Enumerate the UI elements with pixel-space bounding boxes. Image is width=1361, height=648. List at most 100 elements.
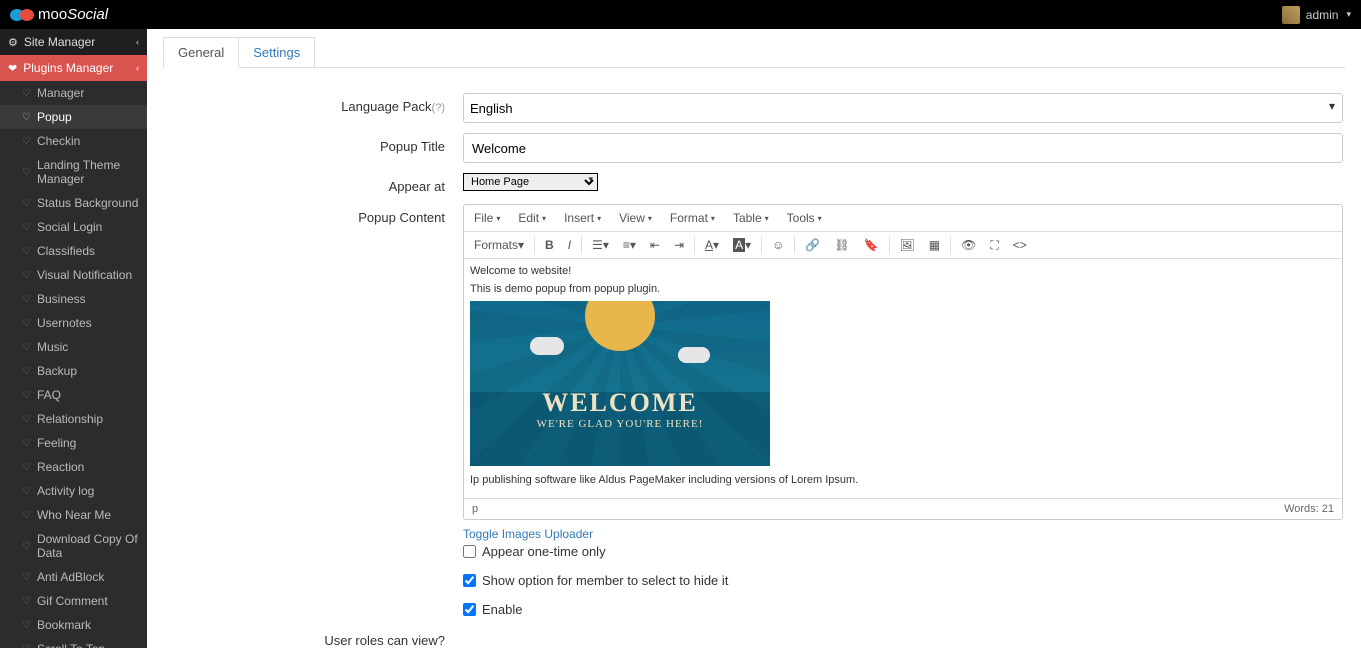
number-list-icon[interactable]: ≡▾ [623,238,636,252]
appear-once-label: Appear one-time only [482,544,606,559]
gear-icon: ⚙ [8,36,18,49]
tab-settings[interactable]: Settings [239,38,314,68]
heart-icon: ♡ [22,510,31,521]
editor-content[interactable]: Welcome to website! This is demo popup f… [464,259,1342,498]
brand-second: Social [67,6,108,23]
sidebar-item-activity-log[interactable]: ♡Activity log [0,479,147,503]
sidebar-item-checkin[interactable]: ♡Checkin [0,129,147,153]
sidebar-item-usernotes[interactable]: ♡ Usernotes [0,311,147,335]
sidebar-item-feeling[interactable]: ♡Feeling [0,431,147,455]
image-icon[interactable]: 🖼 [900,238,915,252]
sidebar-section-site-manager[interactable]: ⚙ Site Manager ‹ [0,29,147,55]
sidebar-item-label: Reaction [37,460,84,474]
sidebar-item-gif-comment[interactable]: ♡Gif Comment [0,589,147,613]
sidebar-item-label: Download Copy Of Data [37,532,139,560]
user-roles-label: User roles can view? [163,627,463,648]
sidebar-item-popup[interactable]: ♡Popup [0,105,147,129]
cloud-graphic [678,347,710,363]
heart-icon: ♡ [22,222,31,233]
sidebar-item-download-copy-of-data[interactable]: ♡Download Copy Of Data [0,527,147,565]
tab-general[interactable]: General [164,38,239,68]
sidebar-item-label: Usernotes [37,316,92,330]
heart-icon: ♡ [22,596,31,607]
sidebar-item-status-background[interactable]: ♡Status Background [0,191,147,215]
user-name: admin [1306,8,1339,22]
editor-menu-format[interactable]: Format ▾ [670,211,715,225]
sidebar-section-plugins-manager[interactable]: ❤ Plugins Manager ‹ [0,55,147,81]
sidebar-item-classifieds[interactable]: ♡Classifieds [0,239,147,263]
sidebar-item-visual-notification[interactable]: ♡Visual Notification [0,263,147,287]
user-menu[interactable]: admin ▾ [1282,6,1351,24]
sidebar-item-faq[interactable]: ♡FAQ [0,383,147,407]
popup-title-input[interactable] [463,133,1343,163]
link-icon[interactable]: 🔗 [805,238,820,252]
sidebar-item-bookmark[interactable]: ♡Bookmark [0,613,147,637]
brand-logo[interactable]: mooSocial [10,6,108,23]
sidebar-item-label: Who Near Me [37,508,111,522]
sidebar-item-social-login[interactable]: ♡Social Login [0,215,147,239]
sidebar-item-who-near-me[interactable]: ♡ Who Near Me [0,503,147,527]
editor-menu-edit[interactable]: Edit ▾ [518,211,546,225]
heart-icon: ♡ [22,318,31,329]
italic-icon[interactable]: I [568,238,571,252]
unlink-icon[interactable]: ⛓ [834,238,849,252]
editor-menu-tools[interactable]: Tools ▾ [787,211,822,225]
bullet-list-icon[interactable]: ☰▾ [592,238,609,252]
heart-icon: ♡ [22,414,31,425]
bold-icon[interactable]: B [545,238,554,252]
code-icon[interactable]: <> [1013,238,1027,252]
sidebar-item-music[interactable]: ♡Music [0,335,147,359]
chevron-down-icon: ▾ [496,214,500,223]
heart-icon: ♡ [22,88,31,99]
sidebar-item-reaction[interactable]: ♡Reaction [0,455,147,479]
media-icon[interactable]: ▦ [929,238,940,252]
tab-label: Settings [253,45,300,60]
heart-icon: ♡ [22,294,31,305]
sidebar-item-label: Music [37,340,68,354]
sidebar-item-backup[interactable]: ♡Backup [0,359,147,383]
editor-text: Welcome to website! [470,265,1336,277]
appear-at-select[interactable]: Home Page [463,173,598,191]
editor-text: Ip publishing software like Aldus PageMa… [470,474,1336,486]
sidebar-item-label: Classifieds [37,244,95,258]
sidebar-item-scroll-to-top[interactable]: ♡Scroll To Top [0,637,147,648]
formats-dropdown[interactable]: Formats ▾ [474,238,524,252]
text-color-icon[interactable]: A▾ [705,238,719,252]
menu-label: Format [670,211,708,225]
toggle-images-uploader-link[interactable]: Toggle Images Uploader [463,527,593,541]
editor-text: This is demo popup from popup plugin. [470,283,1336,295]
emoji-icon[interactable]: ☺ [772,238,784,252]
preview-icon[interactable]: 👁 [961,238,976,252]
heart-icon: ♡ [22,167,31,178]
indent-icon[interactable]: ⇥ [674,238,684,252]
heart-icon: ♡ [22,198,31,209]
show-hide-option-checkbox[interactable] [463,574,476,587]
sidebar-item-anti-adblock[interactable]: ♡Anti AdBlock [0,565,147,589]
sidebar-item-relationship[interactable]: ♡Relationship [0,407,147,431]
sidebar-item-label: Activity log [37,484,94,498]
enable-checkbox[interactable] [463,603,476,616]
bookmark-icon[interactable]: 🔖 [864,238,879,252]
sidebar-item-label: Checkin [37,134,80,148]
enable-label: Enable [482,602,522,617]
editor-menu-insert[interactable]: Insert ▾ [564,211,601,225]
bg-color-icon[interactable]: A▾ [733,238,751,252]
sidebar-item-landing-theme-manager[interactable]: ♡Landing Theme Manager [0,153,147,191]
sidebar-item-business[interactable]: ♡Business [0,287,147,311]
outdent-icon[interactable]: ⇤ [650,238,660,252]
tabs: General Settings [163,37,315,68]
editor-menu-table[interactable]: Table ▾ [733,211,769,225]
chevron-down-icon: ▾ [1346,9,1351,20]
language-pack-select[interactable]: English [463,93,1343,123]
editor-menu-file[interactable]: File ▾ [474,211,500,225]
menu-label: Insert [564,211,594,225]
editor-menubar: File ▾ Edit ▾ Insert ▾ View ▾ Format ▾ Table … [464,205,1342,232]
sidebar-item-manager[interactable]: ♡Manager [0,81,147,105]
brand-first: moo [38,6,67,23]
appear-once-checkbox[interactable] [463,545,476,558]
sidebar-section-label: Plugins Manager [23,61,113,75]
fullscreen-icon[interactable]: ⛶ [990,238,998,253]
avatar [1282,6,1300,24]
editor-menu-view[interactable]: View ▾ [619,211,652,225]
sidebar: ⚙ Site Manager ‹ ❤ Plugins Manager ‹ ♡Ma… [0,29,147,648]
